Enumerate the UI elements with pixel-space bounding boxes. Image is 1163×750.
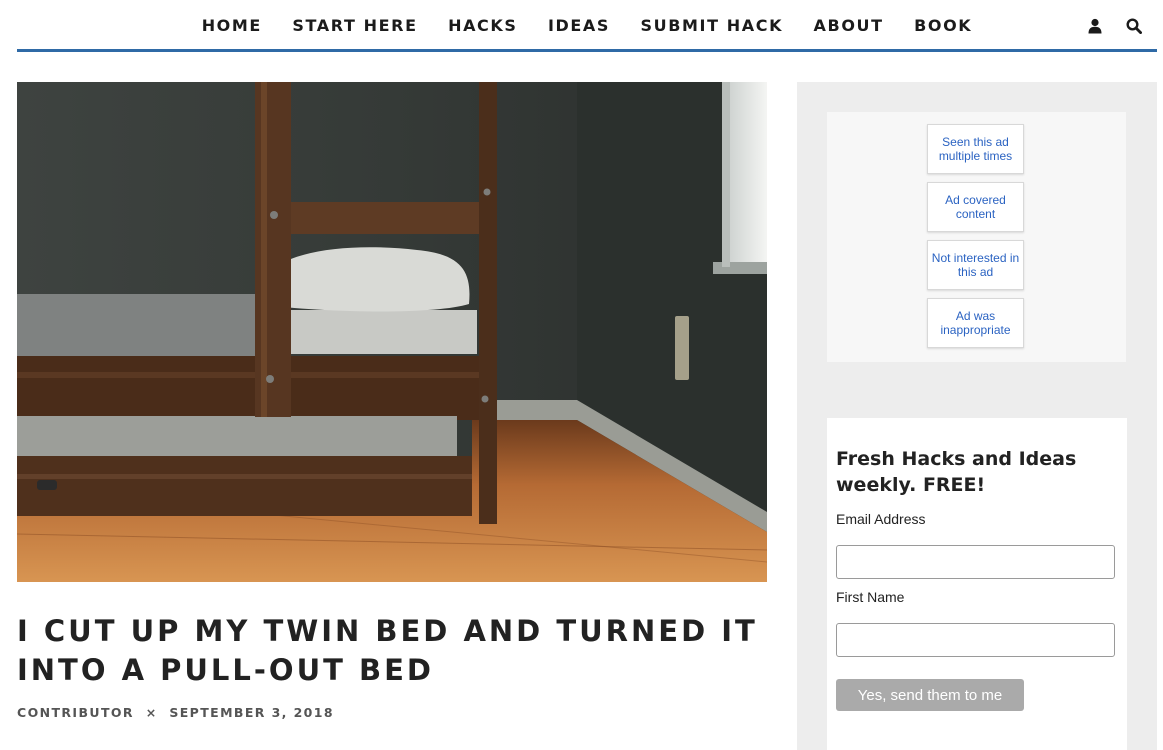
email-label: Email Address [836, 511, 926, 527]
nav-item-about[interactable]: ABOUT [814, 0, 884, 52]
nav-item-start-here[interactable]: START HERE [292, 0, 417, 52]
post-meta: CONTRIBUTOR × SEPTEMBER 3, 2018 [17, 705, 334, 720]
nav-item-submit-hack[interactable]: SUBMIT HACK [641, 0, 784, 52]
first-name-field[interactable] [836, 623, 1115, 657]
bunk-bed-photo [17, 82, 767, 582]
nav-item-hacks[interactable]: HACKS [448, 0, 517, 52]
nav-item-ideas[interactable]: IDEAS [548, 0, 610, 52]
ad-feedback-inappropriate-button[interactable]: Ad was inappropriate [927, 298, 1024, 348]
user-icon[interactable] [1087, 18, 1103, 34]
post-date: SEPTEMBER 3, 2018 [169, 705, 334, 720]
ad-feedback-seen-multiple-button[interactable]: Seen this ad multiple times [927, 124, 1024, 174]
ad-feedback-panel: Seen this ad multiple times Ad covered c… [827, 112, 1126, 362]
email-field[interactable] [836, 545, 1115, 579]
post-title[interactable]: I CUT UP MY TWIN BED AND TURNED IT INTO … [17, 612, 777, 690]
first-name-label: First Name [836, 589, 905, 605]
search-icon[interactable] [1126, 18, 1143, 35]
subscribe-button[interactable]: Yes, send them to me [836, 679, 1024, 711]
ad-feedback-covered-content-button[interactable]: Ad covered content [927, 182, 1024, 232]
meta-separator: × [145, 705, 158, 720]
newsletter-signup: Fresh Hacks and Ideas weekly. FREE! Emai… [827, 418, 1127, 750]
featured-image[interactable] [17, 82, 767, 582]
nav-menu: HOME START HERE HACKS IDEAS SUBMIT HACK … [17, 0, 1157, 52]
ad-feedback-not-interested-button[interactable]: Not interested in this ad [927, 240, 1024, 290]
sidebar: Seen this ad multiple times Ad covered c… [797, 82, 1157, 750]
nav-item-home[interactable]: HOME [202, 0, 262, 52]
nav-item-book[interactable]: BOOK [914, 0, 972, 52]
main-navigation: HOME START HERE HACKS IDEAS SUBMIT HACK … [17, 0, 1157, 52]
post-author[interactable]: CONTRIBUTOR [17, 705, 134, 720]
newsletter-heading: Fresh Hacks and Ideas weekly. FREE! [836, 448, 1077, 496]
